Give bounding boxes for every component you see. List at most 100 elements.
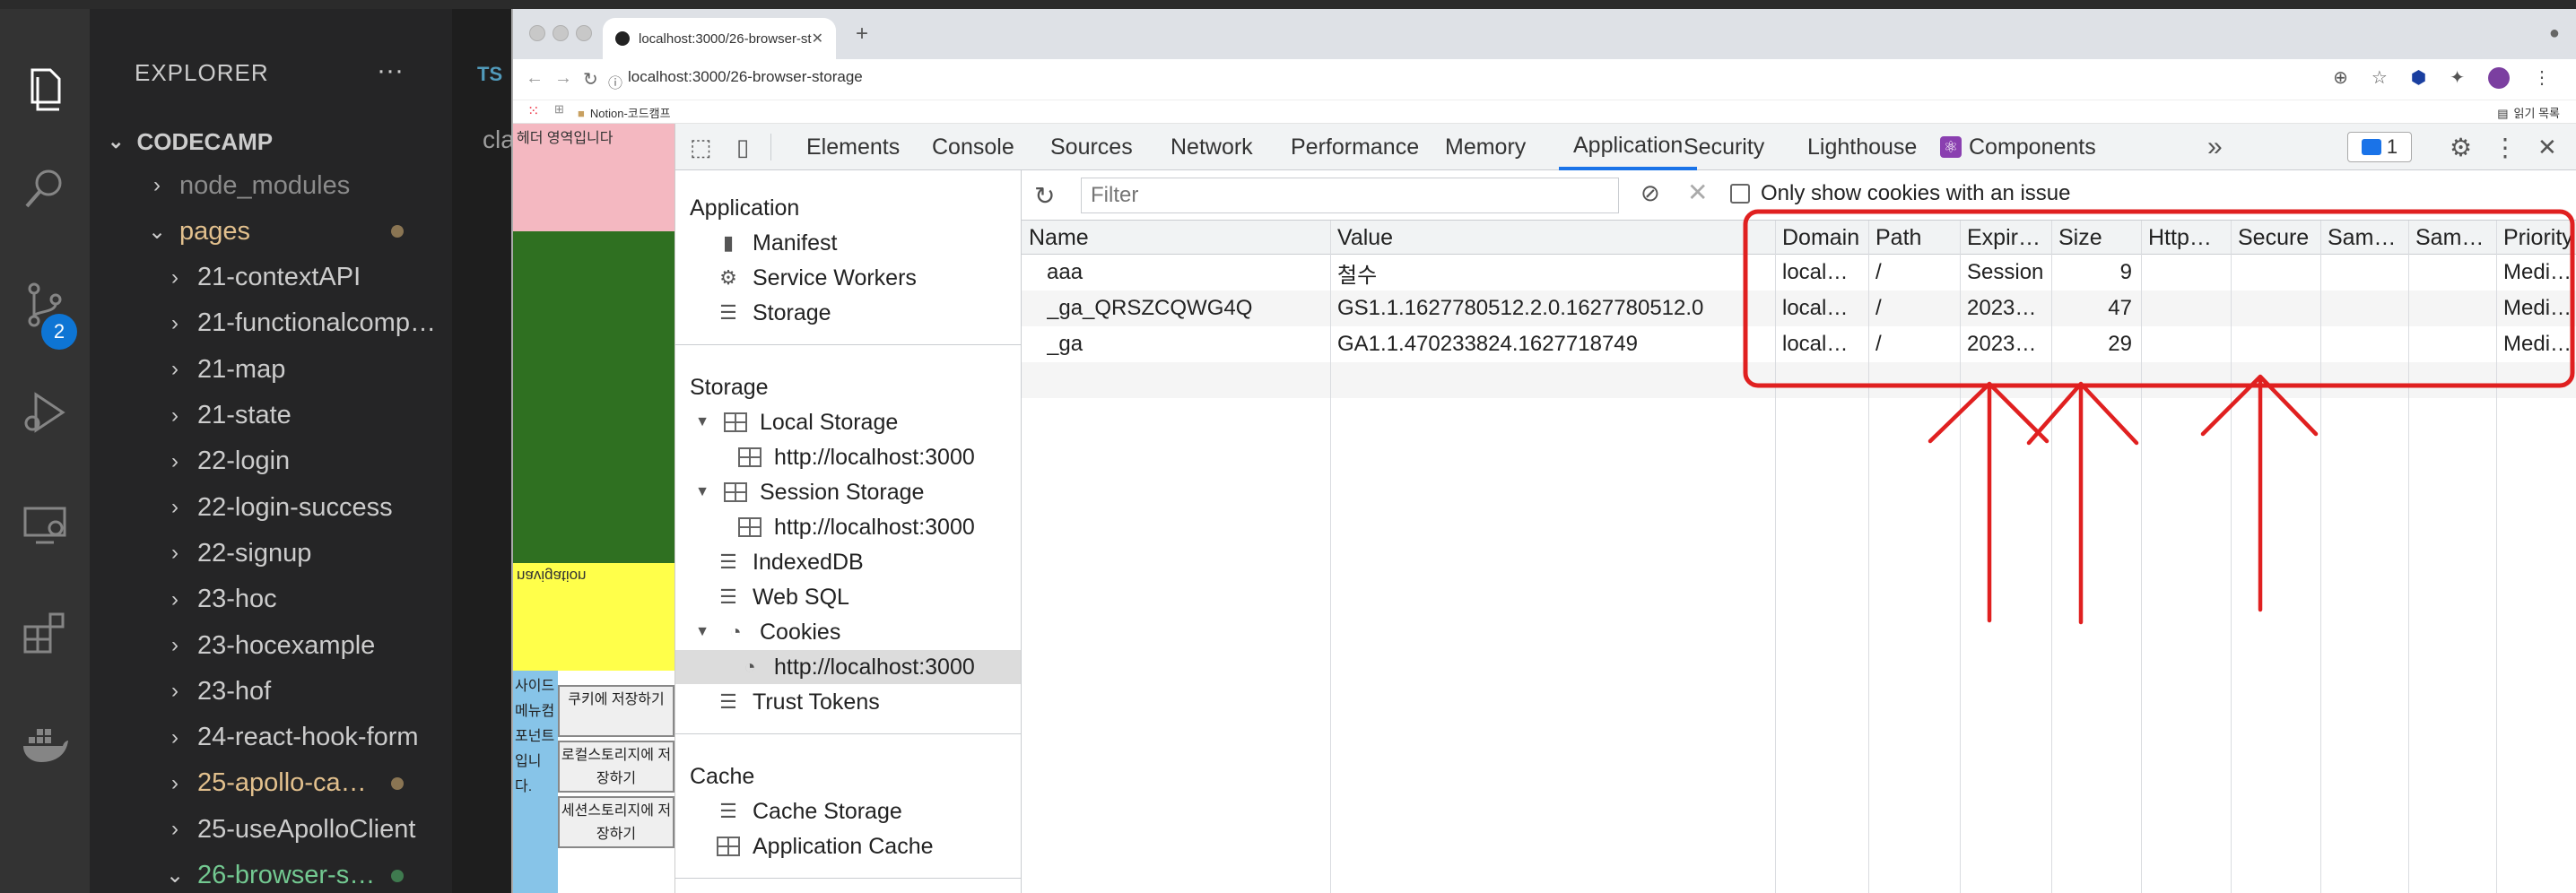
delete-selected-icon[interactable]: ✕: [1687, 178, 1708, 207]
column-divider[interactable]: [2051, 221, 2052, 893]
sidebar-item-application-cache[interactable]: Application Cache: [675, 829, 1021, 863]
window-minimize-button[interactable]: [553, 25, 569, 41]
expanded-triangle-icon[interactable]: ▼: [693, 484, 711, 500]
tree-item[interactable]: › 22-signup: [90, 531, 452, 576]
tab-application[interactable]: Application: [1559, 124, 1698, 170]
tree-item[interactable]: › 23-hoc: [90, 577, 452, 622]
zoom-icon[interactable]: ⊕: [2333, 66, 2348, 89]
column-header[interactable]: Expir…: [1967, 221, 2048, 255]
only-issues-checkbox[interactable]: Only show cookies with an issue: [1730, 181, 2071, 206]
column-divider[interactable]: [2141, 221, 2142, 893]
tree-item[interactable]: › 21-map: [90, 347, 452, 392]
column-divider[interactable]: [2496, 221, 2497, 893]
column-header[interactable]: Size: [2058, 221, 2137, 255]
tree-item[interactable]: › node_modules: [90, 163, 452, 208]
column-divider[interactable]: [1775, 221, 1776, 893]
sidebar-item-session-storage[interactable]: ▼ Session Storage: [675, 475, 1021, 509]
column-header[interactable]: Path: [1875, 221, 1956, 255]
tree-item[interactable]: › 22-login-success: [90, 485, 452, 530]
tab-performance[interactable]: Performance: [1291, 124, 1419, 170]
forward-arrow-icon[interactable]: →: [554, 68, 572, 89]
browser-tab[interactable]: localhost:3000/26-browser-st ✕: [603, 18, 836, 59]
tab-security[interactable]: Security: [1684, 124, 1764, 170]
tree-item[interactable]: › 25-apollo-ca…: [90, 761, 452, 806]
device-toolbar-icon[interactable]: ▯: [736, 124, 749, 170]
docker-icon[interactable]: [18, 717, 72, 771]
checkbox-box[interactable]: [1730, 184, 1750, 204]
reading-list[interactable]: ▤ 읽기 목록: [2497, 104, 2560, 121]
tab-memory[interactable]: Memory: [1445, 124, 1526, 170]
expanded-triangle-icon[interactable]: ▼: [693, 624, 711, 640]
sidebar-item-cookies-origin[interactable]: ◔ http://localhost:3000: [675, 650, 1021, 684]
column-divider[interactable]: [2408, 221, 2409, 893]
devtools-close-icon[interactable]: ✕: [2537, 124, 2557, 170]
refresh-icon[interactable]: ↻: [1034, 181, 1055, 211]
tree-item[interactable]: › 22-login: [90, 439, 452, 484]
sidebar-item-local-storage-origin[interactable]: http://localhost:3000: [675, 440, 1021, 474]
tree-item[interactable]: › 21-state: [90, 394, 452, 438]
save-cookie-button[interactable]: 쿠키에 저장하기: [558, 685, 674, 737]
tab-lighthouse[interactable]: Lighthouse: [1807, 124, 1917, 170]
sidebar-item-manifest[interactable]: ▮ Manifest: [675, 226, 1021, 260]
column-header[interactable]: Http…: [2148, 221, 2227, 255]
sidebar-item-local-storage[interactable]: ▼ Local Storage: [675, 405, 1021, 439]
column-divider[interactable]: [1330, 221, 1331, 893]
more-tabs-icon[interactable]: »: [2207, 124, 2223, 170]
column-header[interactable]: Priority: [2503, 221, 2575, 255]
save-localstorage-button[interactable]: 로컬스토리지에 저장하기: [558, 741, 674, 793]
tree-item[interactable]: › 23-hof: [90, 669, 452, 714]
back-arrow-icon[interactable]: ←: [526, 68, 544, 89]
issues-counter[interactable]: 1: [2347, 132, 2412, 162]
editor-tab-label[interactable]: TS: [477, 63, 502, 86]
sidebar-item-storage[interactable]: ☰ Storage: [675, 296, 1021, 330]
save-sessionstorage-button[interactable]: 세션스토리지에 저장하기: [558, 796, 674, 848]
reload-icon[interactable]: ↻: [583, 68, 598, 91]
column-header[interactable]: Domain: [1782, 221, 1865, 255]
inspect-element-icon[interactable]: ⬚: [690, 124, 712, 170]
apps-grid-icon[interactable]: ⁙: [527, 102, 539, 120]
column-divider[interactable]: [1868, 221, 1869, 893]
more-actions-icon[interactable]: ···: [377, 56, 404, 86]
tree-item[interactable]: ⌄ pages: [90, 209, 452, 254]
bookmark-globe-icon[interactable]: ⊞: [554, 102, 564, 117]
sidebar-item-service-workers[interactable]: ⚙ Service Workers: [675, 261, 1021, 295]
cookie-filter-input[interactable]: [1081, 178, 1619, 213]
bookmark-notion[interactable]: ■ Notion-코드캠프: [578, 104, 671, 121]
profile-avatar[interactable]: [2488, 66, 2510, 89]
tab-sources[interactable]: Sources: [1050, 124, 1133, 170]
tab-network[interactable]: Network: [1171, 124, 1253, 170]
column-header[interactable]: Secure: [2238, 221, 2317, 255]
tree-item[interactable]: ⌄ 26-browser-s…: [90, 854, 452, 893]
url-field[interactable]: localhost:3000/26-browser-storage: [628, 68, 863, 86]
run-debug-icon[interactable]: [18, 386, 72, 439]
devtools-menu-icon[interactable]: ⋮: [2493, 124, 2518, 170]
sidebar-item-websql[interactable]: ☰ Web SQL: [675, 580, 1021, 614]
column-divider[interactable]: [1960, 221, 1961, 893]
tree-item[interactable]: › 21-functionalcomp…: [90, 301, 452, 346]
window-close-button[interactable]: [529, 25, 545, 41]
sidebar-item-session-storage-origin[interactable]: http://localhost:3000: [675, 510, 1021, 544]
settings-gear-icon[interactable]: ⚙: [2450, 124, 2472, 170]
tree-item[interactable]: › 24-react-hook-form: [90, 715, 452, 760]
tab-console[interactable]: Console: [932, 124, 1014, 170]
remote-explorer-icon[interactable]: [18, 498, 72, 551]
tab-search-icon[interactable]: ●: [2549, 23, 2560, 44]
extensions-puzzle-icon[interactable]: ✦: [2450, 66, 2465, 89]
tree-item[interactable]: › 23-hocexample: [90, 623, 452, 668]
workspace-root-folder[interactable]: ⌄ CODECAMP: [90, 122, 452, 161]
clear-filtered-cookies-icon[interactable]: ⊘: [1640, 179, 1660, 207]
column-divider[interactable]: [2231, 221, 2232, 893]
sidebar-item-cache-storage[interactable]: ☰ Cache Storage: [675, 794, 1021, 828]
column-divider[interactable]: [2320, 221, 2321, 893]
tree-item[interactable]: › 25-useApolloClient: [90, 807, 452, 852]
site-info-icon[interactable]: ⓘ: [608, 71, 622, 92]
explorer-files-icon[interactable]: [18, 63, 72, 117]
bookmark-star-icon[interactable]: ☆: [2371, 66, 2388, 89]
extensions-icon[interactable]: [18, 605, 72, 659]
tab-close-icon[interactable]: ✕: [812, 30, 823, 48]
window-zoom-button[interactable]: [576, 25, 592, 41]
expanded-triangle-icon[interactable]: ▼: [693, 414, 711, 430]
sidebar-item-cookies[interactable]: ▼ ◔ Cookies: [675, 615, 1021, 649]
extension-icon[interactable]: ⬢: [2411, 66, 2426, 89]
new-tab-button[interactable]: +: [856, 22, 868, 47]
